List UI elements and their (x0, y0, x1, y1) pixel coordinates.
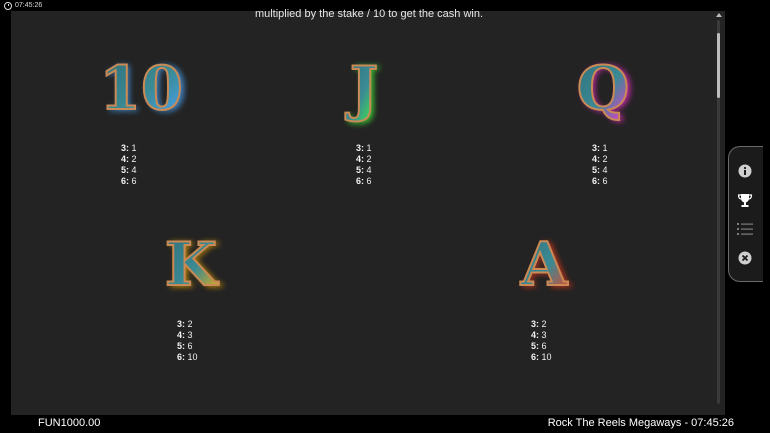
pay-count: 6: (356, 176, 365, 186)
pay-row: 4: 2 (356, 154, 372, 165)
pay-row: 5: 4 (592, 165, 608, 176)
pay-row: 6: 6 (592, 176, 608, 187)
pay-count: 3: (356, 143, 365, 153)
pay-row: 3: 1 (592, 143, 608, 154)
pay-value: 1 (600, 143, 608, 153)
pay-row: 6: 10 (531, 352, 552, 363)
bottom-status-bar: FUN1000.00 Rock The Reels Megaways - 07:… (0, 415, 770, 433)
pay-value: 10 (185, 352, 198, 362)
pay-row: 6: 10 (177, 352, 198, 363)
pay-count: 5: (592, 165, 601, 175)
symbol-glyph: QQ (576, 53, 633, 126)
close-button[interactable] (737, 250, 753, 266)
pay-row: 3: 2 (177, 319, 198, 330)
paytable-button[interactable] (737, 192, 753, 208)
symbol-k: KK (139, 219, 239, 302)
game-title-time: Rock The Reels Megaways - 07:45:26 (547, 417, 734, 429)
symbol-j: JJ (312, 43, 412, 126)
symbol-letter: 10 (99, 54, 183, 124)
pay-count: 3: (531, 319, 540, 329)
symbol-glyph: JJ (344, 53, 382, 126)
symbol-glyph: AA (519, 229, 572, 302)
paytable-j: 3: 1 4: 2 5: 4 6: 6 (356, 143, 372, 187)
pay-count: 6: (592, 176, 601, 186)
paytable-a: 3: 2 4: 3 5: 6 6: 10 (531, 319, 552, 363)
pay-value: 10 (539, 352, 552, 362)
pay-value: 6 (364, 176, 372, 186)
scrollbar[interactable] (717, 20, 720, 404)
trophy-icon (737, 194, 753, 207)
symbol-q: QQ (551, 43, 651, 126)
pay-count: 5: (356, 165, 365, 175)
pay-count: 3: (177, 319, 186, 329)
pay-value: 3 (539, 330, 547, 340)
balance-display: FUN1000.00 (38, 417, 101, 429)
pay-row: 4: 3 (177, 330, 198, 341)
pay-count: 6: (177, 352, 186, 362)
symbol-glyph: KK (164, 229, 223, 302)
pay-row: 5: 6 (531, 341, 552, 352)
pay-value: 6 (129, 176, 137, 186)
pay-value: 6 (600, 176, 608, 186)
pay-row: 6: 6 (121, 176, 137, 187)
symbol-letter: A (520, 230, 569, 300)
pay-row: 4: 3 (531, 330, 552, 341)
pay-row: 4: 2 (121, 154, 137, 165)
scroll-up-arrow-icon[interactable] (716, 13, 722, 17)
symbol-letter: K (165, 230, 219, 300)
pay-row: 5: 4 (121, 165, 137, 176)
paytable-panel: multiplied by the stake / 10 to get the … (11, 8, 725, 415)
pay-count: 6: (121, 176, 130, 186)
pay-count: 6: (531, 352, 540, 362)
pay-value: 4 (600, 165, 608, 175)
pay-count: 4: (531, 330, 540, 340)
rules-button[interactable] (737, 221, 753, 237)
pay-value: 2 (539, 319, 547, 329)
pay-value: 4 (129, 165, 137, 175)
pay-row: 6: 6 (356, 176, 372, 187)
pay-count: 3: (592, 143, 601, 153)
pay-count: 4: (356, 154, 365, 164)
pay-count: 5: (177, 341, 186, 351)
pay-value: 4 (364, 165, 372, 175)
symbol-a: AA (492, 219, 592, 302)
pay-row: 5: 4 (356, 165, 372, 176)
pay-count: 4: (177, 330, 186, 340)
symbol-letter: J (345, 54, 378, 124)
pay-value: 2 (364, 154, 372, 164)
pay-row: 3: 1 (121, 143, 137, 154)
info-button[interactable] (737, 163, 753, 179)
paytable-q: 3: 1 4: 2 5: 4 6: 6 (592, 143, 608, 187)
symbol-10: 10 10 (89, 43, 189, 126)
pay-count: 5: (531, 341, 540, 351)
pay-value: 1 (129, 143, 137, 153)
paytable-k: 3: 2 4: 3 5: 6 6: 10 (177, 319, 198, 363)
pay-value: 3 (185, 330, 193, 340)
symbol-letter: Q (577, 54, 629, 124)
list-icon (737, 223, 753, 235)
pay-count: 5: (121, 165, 130, 175)
symbol-glyph: 1010 (98, 53, 187, 126)
pay-count: 4: (121, 154, 130, 164)
pay-value: 2 (185, 319, 193, 329)
paytable-10: 3: 1 4: 2 5: 4 6: 6 (121, 143, 137, 187)
info-icon (738, 164, 752, 178)
pay-count: 4: (592, 154, 601, 164)
pay-value: 6 (185, 341, 193, 351)
paytable-intro-text: multiplied by the stake / 10 to get the … (254, 8, 484, 20)
pay-count: 3: (121, 143, 130, 153)
pay-value: 2 (129, 154, 137, 164)
pay-value: 2 (600, 154, 608, 164)
pay-value: 1 (364, 143, 372, 153)
pay-row: 3: 2 (531, 319, 552, 330)
pay-row: 5: 6 (177, 341, 198, 352)
pay-value: 6 (539, 341, 547, 351)
pay-row: 4: 2 (592, 154, 608, 165)
side-menu (728, 146, 763, 282)
pay-row: 3: 1 (356, 143, 372, 154)
scrollbar-thumb[interactable] (717, 33, 720, 98)
close-icon (738, 251, 752, 265)
